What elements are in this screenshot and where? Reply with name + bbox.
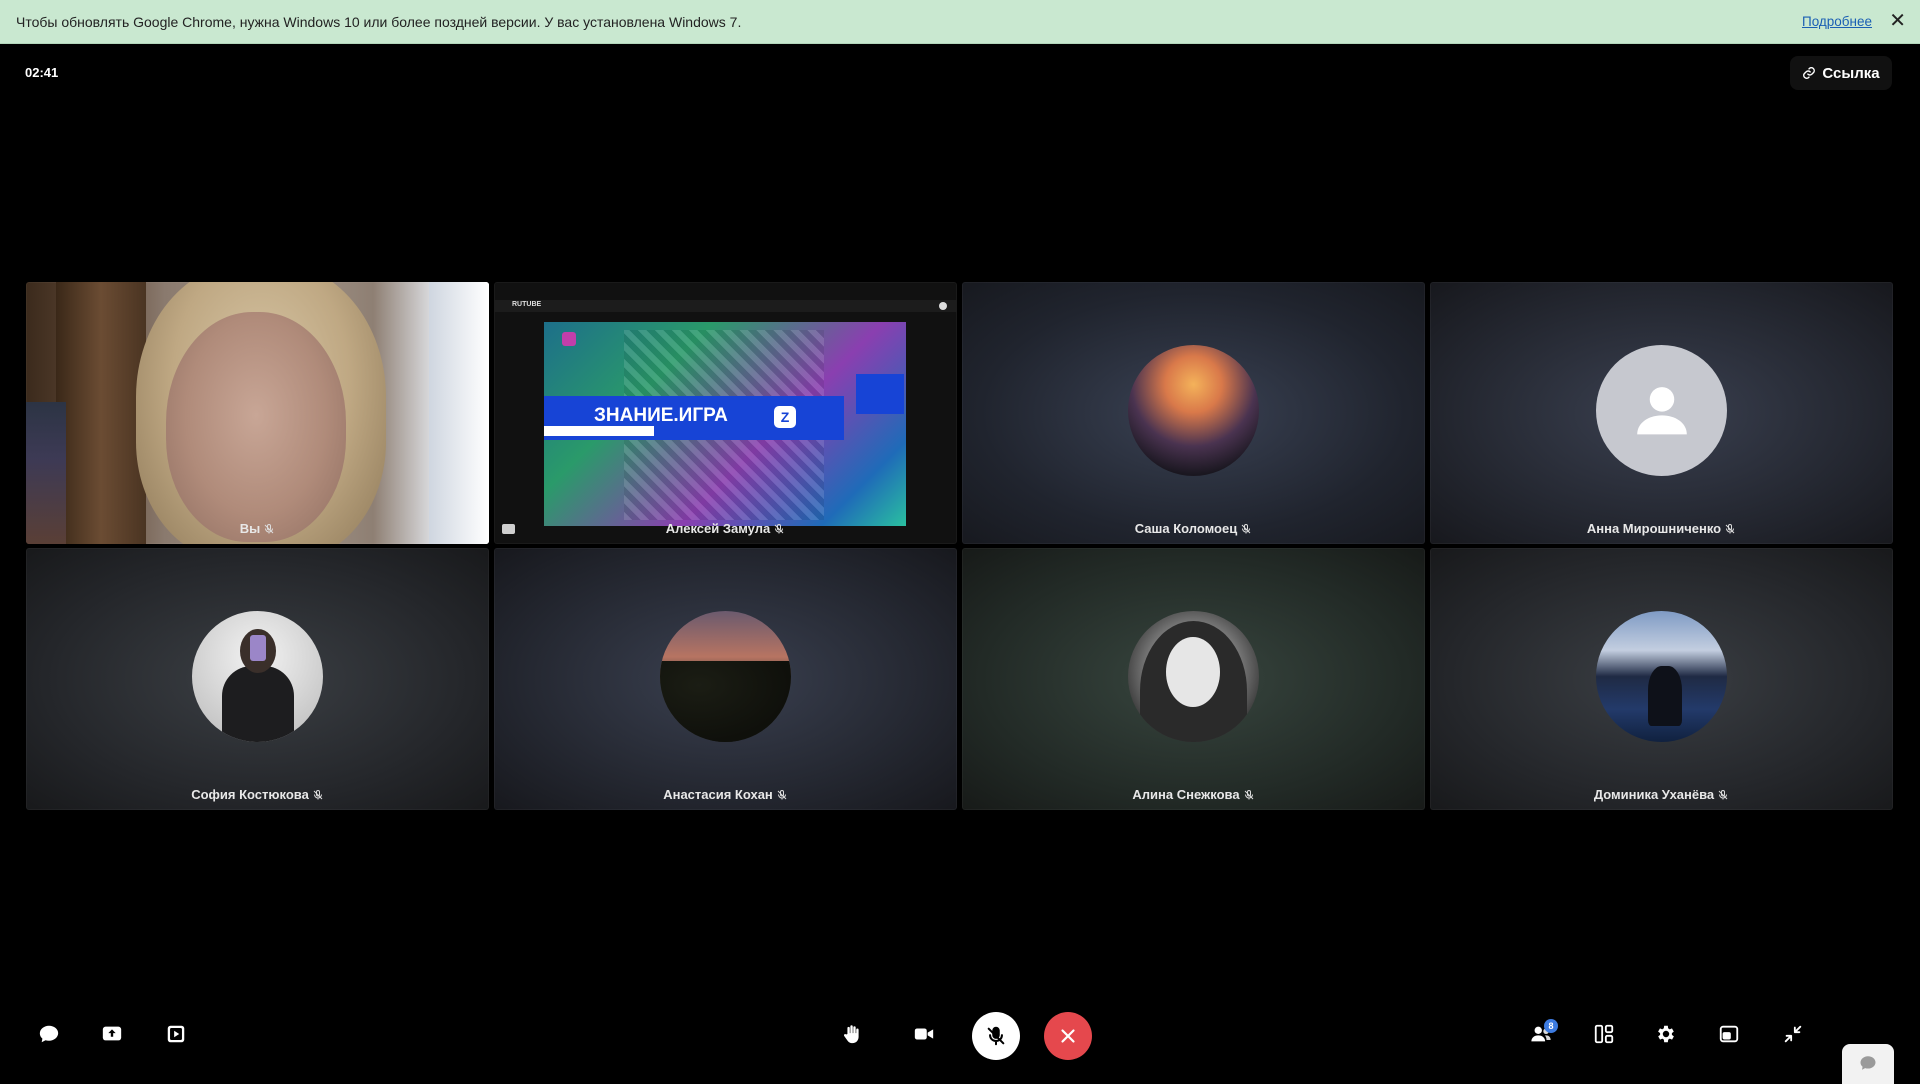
mic-muted-icon	[313, 789, 323, 799]
copy-link-label: Ссылка	[1822, 64, 1880, 82]
shared-video: ЗНАНИЕ.ИГРА Z	[544, 322, 906, 526]
raise-hand-button[interactable]	[834, 1016, 870, 1052]
participant-name: София Костюкова	[191, 787, 309, 802]
mic-muted-icon	[774, 523, 784, 533]
share-video-icon	[167, 1025, 185, 1043]
mic-muted-icon	[1241, 523, 1251, 533]
participant-name: Анастасия Кохан	[663, 787, 773, 802]
participant-name: Алина Снежкова	[1132, 787, 1240, 802]
exit-fullscreen-icon	[1784, 1025, 1802, 1043]
chat-icon	[39, 1025, 59, 1043]
picture-in-picture-icon	[1719, 1025, 1739, 1043]
participant-name: Саша Коломоец	[1134, 521, 1238, 536]
settings-button[interactable]	[1648, 1016, 1684, 1052]
user-placeholder-icon	[1636, 386, 1687, 434]
participant-tile[interactable]: Саша Коломоец	[962, 282, 1425, 544]
participant-tile[interactable]: Алина Снежкова	[962, 548, 1425, 810]
copy-link-button[interactable]: Ссылка	[1790, 56, 1892, 90]
infobar-close-icon[interactable]: ✕	[1889, 9, 1906, 33]
participant-tile-self[interactable]: Вы	[26, 282, 489, 544]
participant-name: Анна Мирошниченко	[1586, 521, 1722, 536]
shared-video-title: ЗНАНИЕ.ИГРА	[594, 405, 728, 426]
participant-name: Вы	[239, 521, 261, 536]
layout-button[interactable]	[1586, 1016, 1622, 1052]
avatar	[1596, 345, 1727, 476]
chat-bubble-icon	[1860, 1056, 1876, 1070]
mic-muted-icon	[1718, 789, 1728, 799]
avatar	[192, 611, 323, 742]
participant-name: Алексей Замула	[665, 521, 771, 536]
exit-fullscreen-button[interactable]	[1775, 1016, 1811, 1052]
picture-in-picture-button[interactable]	[1711, 1016, 1747, 1052]
microphone-muted-icon	[987, 1026, 1005, 1046]
microphone-toggle-button[interactable]	[972, 1012, 1020, 1060]
participant-tile-screen-share[interactable]: RUTUBE ЗНАНИЕ.ИГРА Z Алексей Замула	[494, 282, 957, 544]
shared-video-badge: Z	[774, 406, 796, 428]
avatar	[1128, 345, 1259, 476]
link-icon	[1803, 67, 1816, 79]
participant-tile[interactable]: Доминика Уханёва	[1430, 548, 1893, 810]
infobar-more-link[interactable]: Подробнее	[1802, 14, 1872, 29]
share-video-button[interactable]	[158, 1016, 194, 1052]
end-call-button[interactable]	[1044, 1012, 1092, 1060]
mic-muted-icon	[777, 789, 787, 799]
avatar	[1128, 611, 1259, 742]
end-call-icon	[1061, 1029, 1075, 1043]
chat-button[interactable]	[31, 1016, 67, 1052]
mic-muted-icon	[1244, 789, 1253, 799]
mic-muted-icon	[1725, 523, 1735, 533]
camera-icon	[914, 1028, 934, 1040]
settings-icon	[1658, 1025, 1674, 1043]
call-timer: 02:41	[25, 65, 59, 80]
mic-muted-icon	[264, 523, 274, 533]
self-camera-video	[166, 312, 346, 542]
layout-icon	[1594, 1024, 1614, 1044]
participant-tile[interactable]: Анна Мирошниченко	[1430, 282, 1893, 544]
share-screen-icon	[102, 1026, 122, 1041]
participant-tile[interactable]: Анастасия Кохан	[494, 548, 957, 810]
raise-hand-icon	[843, 1025, 859, 1044]
avatar	[1596, 611, 1727, 742]
chat-panel-toggle[interactable]	[1842, 1044, 1894, 1084]
participant-name: Доминика Уханёва	[1593, 787, 1715, 802]
share-screen-button[interactable]	[94, 1016, 130, 1052]
participant-tile[interactable]: София Костюкова	[26, 548, 489, 810]
infobar-message: Чтобы обновлять Google Chrome, нужна Win…	[16, 14, 742, 30]
shared-browser-bar: RUTUBE	[494, 300, 957, 312]
update-infobar: Чтобы обновлять Google Chrome, нужна Win…	[0, 0, 1920, 44]
avatar	[660, 611, 791, 742]
camera-button[interactable]	[906, 1016, 942, 1052]
participants-count-badge: 8	[1544, 1019, 1558, 1033]
